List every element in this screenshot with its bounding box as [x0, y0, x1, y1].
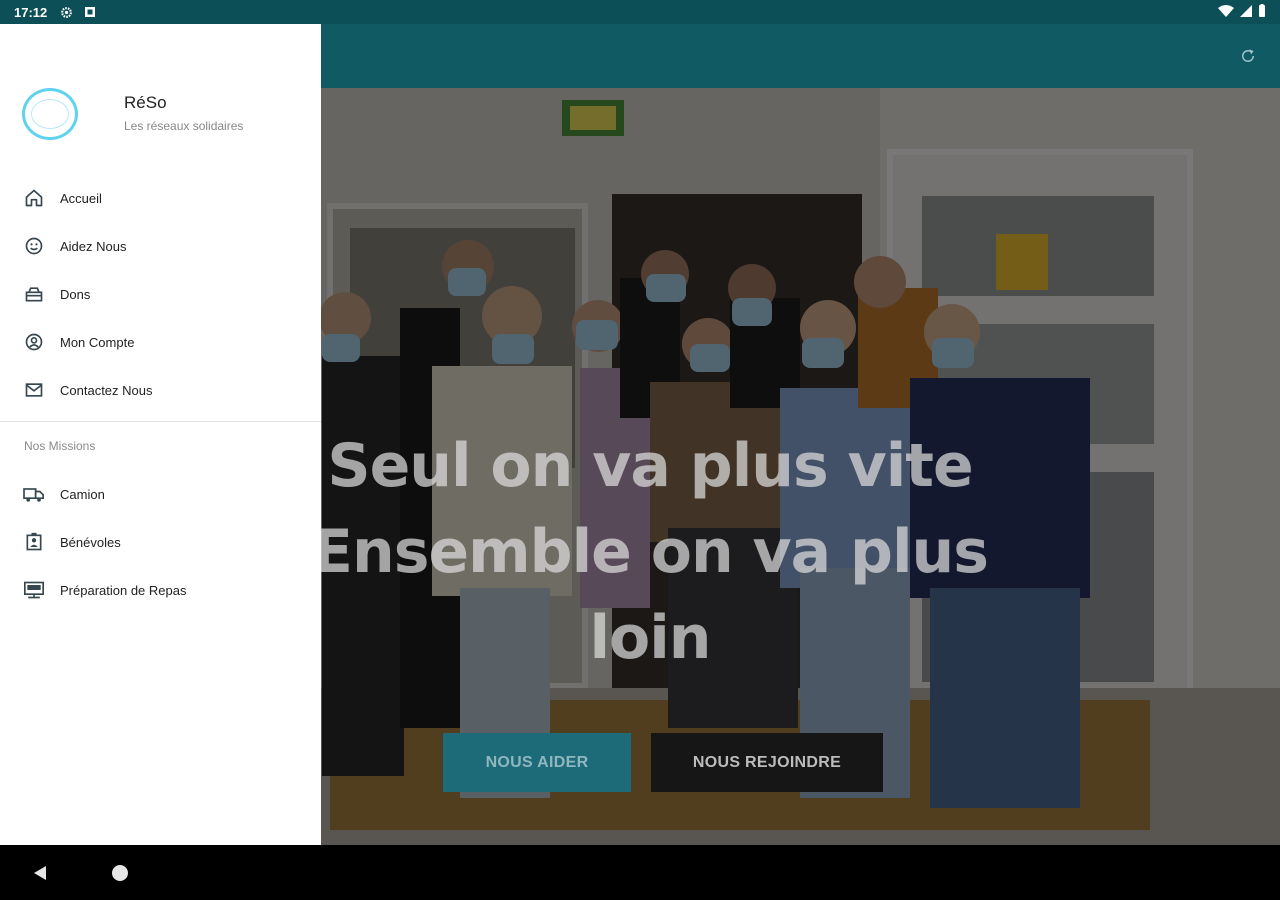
meal-prep-icon — [22, 578, 46, 602]
truck-icon — [22, 482, 46, 506]
status-bar: 17:12 — [0, 0, 1280, 24]
menu-label: Préparation de Repas — [60, 582, 187, 598]
menu-item-benevoles[interactable]: Bénévoles — [0, 518, 321, 566]
signal-icon — [1240, 4, 1252, 20]
drawer-header: RéSo Les réseaux solidaires — [0, 24, 321, 174]
smiley-icon — [22, 234, 46, 258]
notification-box-icon — [83, 5, 97, 19]
missions-section-title: Nos Missions — [24, 439, 96, 453]
navigation-drawer: RéSo Les réseaux solidaires Accueil Aide… — [0, 24, 321, 845]
home-icon — [22, 186, 46, 210]
join-button[interactable]: NOUS REJOINDRE — [651, 733, 883, 792]
account-icon — [22, 330, 46, 354]
status-time: 17:12 — [14, 4, 48, 20]
donation-box-icon — [22, 282, 46, 306]
refresh-button[interactable] — [1236, 44, 1260, 68]
wifi-icon — [1218, 4, 1234, 20]
menu-label: Accueil — [60, 190, 102, 206]
menu-item-dons[interactable]: Dons — [0, 270, 321, 318]
back-triangle-icon — [34, 866, 46, 880]
menu-label: Dons — [60, 286, 91, 302]
menu-item-camion[interactable]: Camion — [0, 470, 321, 518]
menu-divider — [0, 421, 321, 422]
mail-icon — [22, 378, 46, 402]
help-button[interactable]: NOUS AIDER — [443, 733, 631, 792]
app-subtitle: Les réseaux solidaires — [124, 119, 244, 133]
settings-gear-icon — [59, 5, 73, 19]
menu-label: Contactez Nous — [60, 382, 153, 398]
battery-icon — [1258, 4, 1266, 20]
menu-label: Mon Compte — [60, 334, 135, 350]
menu-label: Bénévoles — [60, 534, 121, 550]
menu-item-accueil[interactable]: Accueil — [0, 174, 321, 222]
main-menu: Accueil Aidez Nous Dons Mon Compte Conta… — [0, 174, 321, 414]
system-nav-bar — [0, 845, 1280, 900]
volunteer-badge-icon — [22, 530, 46, 554]
menu-label: Aidez Nous — [60, 238, 127, 254]
home-button[interactable] — [112, 865, 128, 881]
menu-item-contactez-nous[interactable]: Contactez Nous — [0, 366, 321, 414]
menu-label: Camion — [60, 486, 105, 502]
menu-item-mon-compte[interactable]: Mon Compte — [0, 318, 321, 366]
app-name: RéSo — [124, 93, 167, 112]
back-button[interactable] — [32, 865, 48, 881]
refresh-icon — [1242, 49, 1254, 62]
menu-item-preparation-repas[interactable]: Préparation de Repas — [0, 566, 321, 614]
app-logo — [22, 88, 78, 140]
hero-headline: Seul on va plus vite Ensemble on va plus… — [312, 431, 989, 673]
missions-menu: Camion Bénévoles Préparation de Repas — [0, 470, 321, 614]
menu-item-aidez-nous[interactable]: Aidez Nous — [0, 222, 321, 270]
